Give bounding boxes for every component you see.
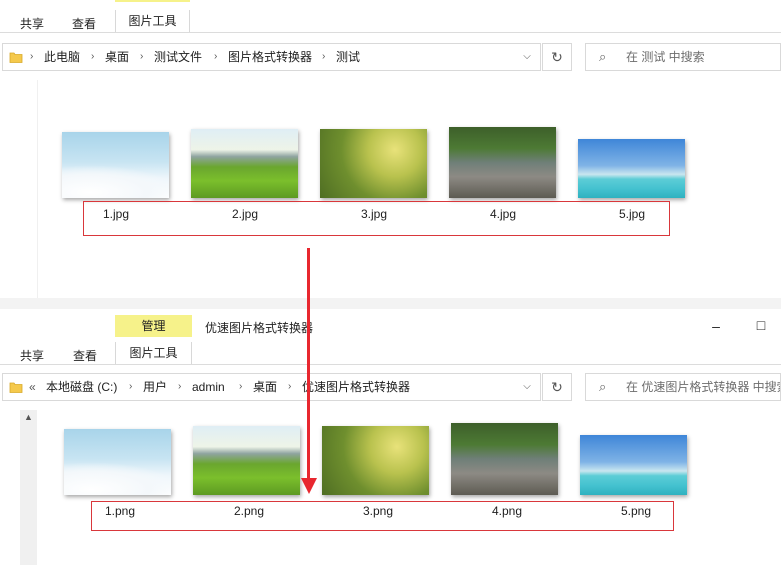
thumbnail-4[interactable] (449, 127, 556, 198)
tab-share[interactable]: 共享 (20, 15, 44, 32)
tab-view[interactable]: 查看 (72, 15, 96, 32)
search-placeholder: 在 测试 中搜索 (626, 50, 705, 64)
window-title: 优速图片格式转换器 (205, 321, 314, 335)
nav-pane-scrollbar[interactable]: ▲ (20, 410, 37, 565)
highlight-box (83, 201, 670, 236)
window-gap (0, 298, 781, 309)
refresh-button[interactable]: ↻ (542, 43, 572, 71)
thumbnail-2[interactable] (193, 426, 300, 495)
thumbnail-2[interactable] (191, 129, 298, 198)
thumbnail-4[interactable] (451, 423, 558, 495)
chevron-right-icon[interactable]: › (129, 374, 132, 400)
chevron-right-icon[interactable]: › (239, 374, 242, 400)
breadcrumb-item[interactable]: 本地磁盘 (C:) (46, 374, 117, 400)
address-bar[interactable]: « 本地磁盘 (C:) › 用户 › admin › 桌面 › 优速图片格式转换… (2, 373, 541, 401)
chevron-right-icon[interactable]: › (140, 44, 143, 70)
thumbnail-3[interactable] (322, 426, 429, 495)
breadcrumb-item[interactable]: 优速图片格式转换器 (302, 374, 410, 400)
breadcrumb-item[interactable]: admin (192, 374, 225, 400)
chevron-up-icon[interactable]: ▲ (24, 412, 33, 422)
chevron-right-icon: › (30, 51, 34, 62)
chevron-down-icon[interactable]: ⌵ (515, 44, 539, 70)
thumbnail-1[interactable] (62, 132, 169, 198)
chevron-right-icon[interactable]: › (91, 44, 94, 70)
breadcrumb-item[interactable]: 用户 (143, 374, 167, 400)
arrow-down-head (301, 478, 317, 494)
nav-pane-edge (37, 80, 38, 298)
highlight-box (91, 501, 674, 531)
folder-icon (9, 52, 23, 63)
top-context-label-strip (115, 0, 190, 2)
thumbnail-5[interactable] (578, 139, 685, 198)
address-bar[interactable]: › 此电脑 › 桌面 › 测试文件 › 图片格式转换器 › 测试 ⌵ (2, 43, 541, 71)
chevron-right-icon[interactable]: › (214, 44, 217, 70)
ribbon-divider (0, 32, 781, 33)
context-label-manage[interactable]: 管理 (115, 315, 192, 337)
refresh-icon: ↻ (551, 379, 563, 395)
breadcrumb-item[interactable]: 桌面 (253, 374, 277, 400)
thumbnail-5[interactable] (580, 435, 687, 495)
overflow-chevron-icon[interactable]: « (29, 374, 36, 400)
bottom-explorer-window: 管理 优速图片格式转换器 – □ 共享 查看 图片工具 « 本地磁盘 (C:) … (0, 309, 781, 565)
tab-picture-tools[interactable]: 图片工具 (115, 342, 192, 364)
thumbnail-1[interactable] (64, 429, 171, 495)
tab-picture-tools[interactable]: 图片工具 (115, 10, 190, 32)
ribbon-divider (0, 364, 781, 365)
search-icon: ⌕ (599, 379, 607, 394)
tab-view[interactable]: 查看 (73, 347, 97, 364)
search-icon: ⌕ (599, 49, 607, 64)
chevron-right-icon[interactable]: › (288, 374, 291, 400)
folder-icon (9, 382, 23, 393)
chevron-right-icon[interactable]: › (322, 44, 325, 70)
arrow-down-icon (307, 248, 310, 478)
top-explorer-window: 共享 查看 图片工具 › 此电脑 › 桌面 › 测试文件 › 图片格式转换器 ›… (0, 0, 781, 298)
maximize-icon[interactable]: □ (752, 316, 770, 334)
search-box[interactable]: ⌕ 在 测试 中搜索 (585, 43, 781, 71)
breadcrumb-item[interactable]: 测试文件 (154, 44, 202, 70)
thumbnail-3[interactable] (320, 129, 427, 198)
minimize-icon[interactable]: – (707, 317, 725, 335)
refresh-button[interactable]: ↻ (542, 373, 572, 401)
chevron-right-icon[interactable]: › (178, 374, 181, 400)
chevron-down-icon[interactable]: ⌵ (515, 374, 539, 400)
breadcrumb-item[interactable]: 测试 (336, 44, 360, 70)
breadcrumb-item[interactable]: 桌面 (105, 44, 129, 70)
tab-share[interactable]: 共享 (20, 347, 44, 364)
breadcrumb-item[interactable]: 此电脑 (44, 44, 80, 70)
breadcrumb-item[interactable]: 图片格式转换器 (228, 44, 312, 70)
search-placeholder: 在 优速图片格式转换器 中搜索 (626, 380, 781, 394)
search-box[interactable]: ⌕ 在 优速图片格式转换器 中搜索 (585, 373, 781, 401)
refresh-icon: ↻ (551, 49, 563, 65)
